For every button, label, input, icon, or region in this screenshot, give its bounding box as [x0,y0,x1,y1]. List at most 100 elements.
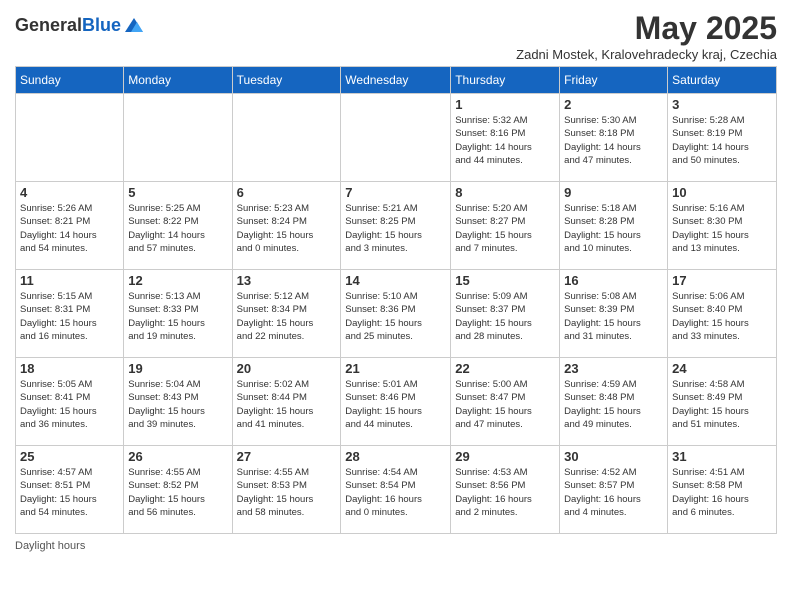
calendar-cell: 22 Sunrise: 5:00 AM Sunset: 8:47 PM Dayli… [451,358,560,446]
day-number: 12 [128,273,227,288]
week-row-2: 11 Sunrise: 5:15 AM Sunset: 8:31 PM Dayli… [16,270,777,358]
day-info: Sunrise: 5:00 AM Sunset: 8:47 PM Dayligh… [455,378,555,431]
day-info: Sunrise: 4:55 AM Sunset: 8:52 PM Dayligh… [128,466,227,519]
day-info: Sunrise: 4:53 AM Sunset: 8:56 PM Dayligh… [455,466,555,519]
calendar-cell [341,94,451,182]
day-number: 15 [455,273,555,288]
calendar-cell: 21 Sunrise: 5:01 AM Sunset: 8:46 PM Dayli… [341,358,451,446]
logo: GeneralBlue [15,14,145,36]
day-number: 21 [345,361,446,376]
day-number: 25 [20,449,119,464]
week-row-0: 1 Sunrise: 5:32 AM Sunset: 8:16 PM Daylig… [16,94,777,182]
day-info: Sunrise: 5:13 AM Sunset: 8:33 PM Dayligh… [128,290,227,343]
title-block: May 2025 Zadni Mostek, Kralovehradecky k… [516,10,777,62]
day-info: Sunrise: 5:09 AM Sunset: 8:37 PM Dayligh… [455,290,555,343]
column-header-thursday: Thursday [451,67,560,94]
month-title: May 2025 [516,10,777,47]
calendar-cell: 30 Sunrise: 4:52 AM Sunset: 8:57 PM Dayli… [560,446,668,534]
header-row: SundayMondayTuesdayWednesdayThursdayFrid… [16,67,777,94]
calendar-cell: 28Sunrise: 4:54 AM Sunset: 8:54 PM Dayli… [341,446,451,534]
daylight-label: Daylight hours [15,540,85,552]
day-number: 8 [455,185,555,200]
day-info: Sunrise: 5:20 AM Sunset: 8:27 PM Dayligh… [455,202,555,255]
day-info: Sunrise: 5:25 AM Sunset: 8:22 PM Dayligh… [128,202,227,255]
calendar-cell [16,94,124,182]
day-info: Sunrise: 5:12 AM Sunset: 8:34 PM Dayligh… [237,290,337,343]
week-row-3: 18Sunrise: 5:05 AM Sunset: 8:41 PM Dayli… [16,358,777,446]
day-number: 19 [128,361,227,376]
day-info: Sunrise: 5:32 AM Sunset: 8:16 PM Dayligh… [455,114,555,167]
day-info: Sunrise: 4:59 AM Sunset: 8:48 PM Dayligh… [564,378,663,431]
day-number: 6 [237,185,337,200]
logo-icon [123,14,145,36]
calendar-cell: 9 Sunrise: 5:18 AM Sunset: 8:28 PM Daylig… [560,182,668,270]
day-number: 14 [345,273,446,288]
day-info: Sunrise: 5:21 AM Sunset: 8:25 PM Dayligh… [345,202,446,255]
day-info: Sunrise: 5:18 AM Sunset: 8:28 PM Dayligh… [564,202,663,255]
header: GeneralBlue May 2025 Zadni Mostek, Kralo… [15,10,777,62]
day-number: 30 [564,449,663,464]
day-number: 17 [672,273,772,288]
calendar-cell: 25Sunrise: 4:57 AM Sunset: 8:51 PM Dayli… [16,446,124,534]
day-info: Sunrise: 5:28 AM Sunset: 8:19 PM Dayligh… [672,114,772,167]
calendar-cell: 27Sunrise: 4:55 AM Sunset: 8:53 PM Dayli… [232,446,341,534]
column-header-wednesday: Wednesday [341,67,451,94]
day-number: 10 [672,185,772,200]
week-row-4: 25Sunrise: 4:57 AM Sunset: 8:51 PM Dayli… [16,446,777,534]
calendar-cell: 12 Sunrise: 5:13 AM Sunset: 8:33 PM Dayli… [124,270,232,358]
calendar: SundayMondayTuesdayWednesdayThursdayFrid… [15,66,777,534]
footer: Daylight hours [15,540,777,552]
logo-blue: Blue [82,15,121,35]
week-row-1: 4 Sunrise: 5:26 AM Sunset: 8:21 PM Daylig… [16,182,777,270]
calendar-cell: 3 Sunrise: 5:28 AM Sunset: 8:19 PM Daylig… [668,94,777,182]
day-number: 1 [455,97,555,112]
calendar-cell: 26 Sunrise: 4:55 AM Sunset: 8:52 PM Dayli… [124,446,232,534]
day-number: 16 [564,273,663,288]
day-info: Sunrise: 4:51 AM Sunset: 8:58 PM Dayligh… [672,466,772,519]
column-header-tuesday: Tuesday [232,67,341,94]
calendar-cell: 6 Sunrise: 5:23 AM Sunset: 8:24 PM Daylig… [232,182,341,270]
day-number: 31 [672,449,772,464]
day-number: 11 [20,273,119,288]
calendar-cell [232,94,341,182]
day-number: 5 [128,185,227,200]
day-info: Sunrise: 4:55 AM Sunset: 8:53 PM Dayligh… [237,466,337,519]
day-info: Sunrise: 5:23 AM Sunset: 8:24 PM Dayligh… [237,202,337,255]
day-info: Sunrise: 4:52 AM Sunset: 8:57 PM Dayligh… [564,466,663,519]
column-header-friday: Friday [560,67,668,94]
calendar-body: 1 Sunrise: 5:32 AM Sunset: 8:16 PM Daylig… [16,94,777,534]
day-number: 7 [345,185,446,200]
calendar-cell: 18Sunrise: 5:05 AM Sunset: 8:41 PM Dayli… [16,358,124,446]
calendar-cell: 11 Sunrise: 5:15 AM Sunset: 8:31 PM Dayli… [16,270,124,358]
column-header-sunday: Sunday [16,67,124,94]
calendar-cell: 13Sunrise: 5:12 AM Sunset: 8:34 PM Dayli… [232,270,341,358]
day-info: Sunrise: 5:04 AM Sunset: 8:43 PM Dayligh… [128,378,227,431]
day-number: 3 [672,97,772,112]
calendar-cell: 17Sunrise: 5:06 AM Sunset: 8:40 PM Dayli… [668,270,777,358]
calendar-cell: 15 Sunrise: 5:09 AM Sunset: 8:37 PM Dayli… [451,270,560,358]
day-number: 23 [564,361,663,376]
calendar-cell: 7 Sunrise: 5:21 AM Sunset: 8:25 PM Daylig… [341,182,451,270]
calendar-cell: 10 Sunrise: 5:16 AM Sunset: 8:30 PM Dayli… [668,182,777,270]
day-number: 22 [455,361,555,376]
day-number: 26 [128,449,227,464]
day-number: 24 [672,361,772,376]
day-info: Sunrise: 5:08 AM Sunset: 8:39 PM Dayligh… [564,290,663,343]
day-info: Sunrise: 5:10 AM Sunset: 8:36 PM Dayligh… [345,290,446,343]
column-header-saturday: Saturday [668,67,777,94]
day-number: 4 [20,185,119,200]
day-info: Sunrise: 5:16 AM Sunset: 8:30 PM Dayligh… [672,202,772,255]
day-number: 20 [237,361,337,376]
day-info: Sunrise: 5:01 AM Sunset: 8:46 PM Dayligh… [345,378,446,431]
day-info: Sunrise: 5:26 AM Sunset: 8:21 PM Dayligh… [20,202,119,255]
calendar-header: SundayMondayTuesdayWednesdayThursdayFrid… [16,67,777,94]
calendar-cell: 23 Sunrise: 4:59 AM Sunset: 8:48 PM Dayli… [560,358,668,446]
calendar-cell: 8 Sunrise: 5:20 AM Sunset: 8:27 PM Daylig… [451,182,560,270]
calendar-cell: 19 Sunrise: 5:04 AM Sunset: 8:43 PM Dayli… [124,358,232,446]
calendar-cell: 1 Sunrise: 5:32 AM Sunset: 8:16 PM Daylig… [451,94,560,182]
day-number: 28 [345,449,446,464]
day-info: Sunrise: 5:15 AM Sunset: 8:31 PM Dayligh… [20,290,119,343]
day-info: Sunrise: 5:30 AM Sunset: 8:18 PM Dayligh… [564,114,663,167]
day-info: Sunrise: 5:02 AM Sunset: 8:44 PM Dayligh… [237,378,337,431]
day-number: 9 [564,185,663,200]
